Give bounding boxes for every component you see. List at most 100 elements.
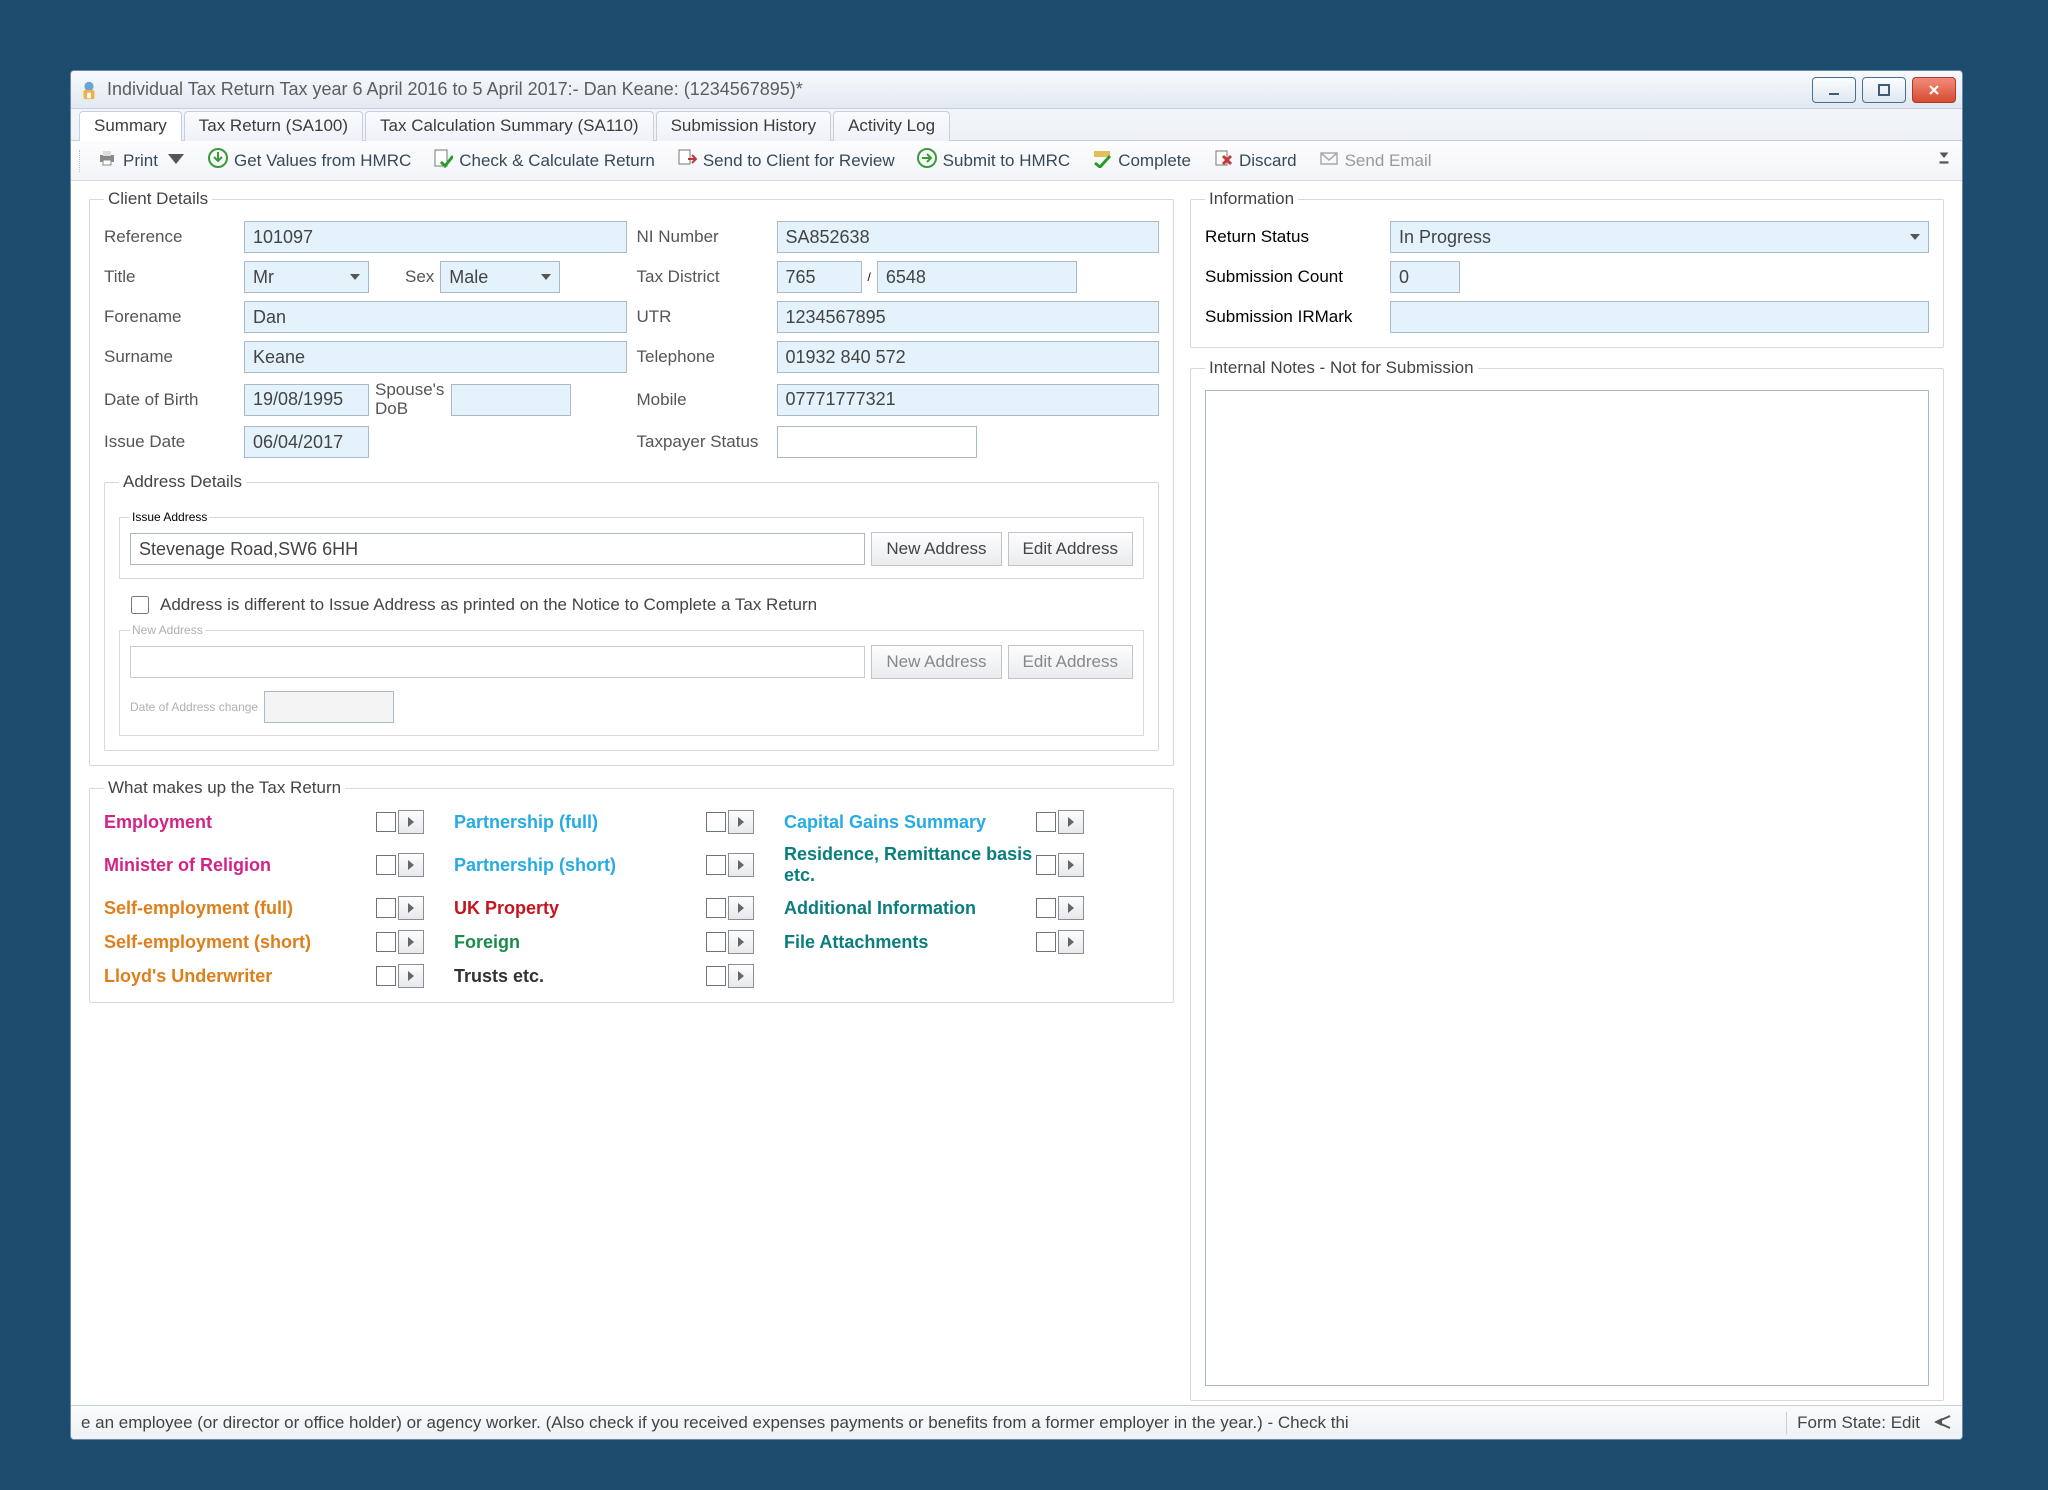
makeup-item: Foreign xyxy=(454,930,754,954)
send-email-button[interactable]: Send Email xyxy=(1315,144,1436,177)
makeup-item-go-button[interactable] xyxy=(728,810,754,834)
makeup-item-checkbox[interactable] xyxy=(706,812,726,832)
makeup-item-checkbox[interactable] xyxy=(1036,932,1056,952)
spouse-dob-input[interactable] xyxy=(451,384,571,416)
makeup-item-checkbox[interactable] xyxy=(1036,898,1056,918)
makeup-item-go-button[interactable] xyxy=(398,896,424,920)
toolbar: Print Get Values from HMRC Check & Calcu… xyxy=(71,141,1962,181)
submit-hmrc-button[interactable]: Submit to HMRC xyxy=(913,144,1075,177)
makeup-item-go-button[interactable] xyxy=(398,853,424,877)
send-review-button[interactable]: Send to Client for Review xyxy=(673,144,899,177)
discard-icon xyxy=(1213,148,1233,173)
makeup-item-checkbox[interactable] xyxy=(376,812,396,832)
information-group: Information Return Status In Progress Su… xyxy=(1190,189,1944,348)
makeup-item-go-button[interactable] xyxy=(1058,810,1084,834)
makeup-item-checkbox[interactable] xyxy=(376,898,396,918)
new-address-button[interactable]: New Address xyxy=(871,532,1001,566)
makeup-item-checkbox[interactable] xyxy=(706,855,726,875)
different-address-checkbox-row: Address is different to Issue Address as… xyxy=(127,593,1144,617)
client-details-group: Client Details Reference NI Number Title… xyxy=(89,189,1174,766)
makeup-item-checkbox[interactable] xyxy=(706,898,726,918)
maximize-button[interactable] xyxy=(1862,77,1906,103)
desktop: Individual Tax Return Tax year 6 April 2… xyxy=(0,0,2048,1490)
title-label: Title xyxy=(104,267,234,287)
minimize-button[interactable] xyxy=(1812,77,1856,103)
address-details-legend: Address Details xyxy=(119,472,246,492)
tab-summary[interactable]: Summary xyxy=(79,111,182,141)
submission-count-input[interactable] xyxy=(1390,261,1460,293)
utr-input[interactable] xyxy=(777,301,1160,333)
dob-input[interactable] xyxy=(244,384,369,416)
discard-button[interactable]: Discard xyxy=(1209,144,1301,177)
makeup-item-checkbox[interactable] xyxy=(376,966,396,986)
issuedate-input[interactable] xyxy=(244,426,369,458)
telephone-label: Telephone xyxy=(637,347,767,367)
issue-address-select[interactable]: Stevenage Road,SW6 6HH xyxy=(130,533,865,565)
issue-address-group: Issue Address Stevenage Road,SW6 6HH New… xyxy=(119,510,1144,579)
makeup-item-go-button[interactable] xyxy=(398,810,424,834)
submission-irmark-input[interactable] xyxy=(1390,301,1929,333)
titlebar[interactable]: Individual Tax Return Tax year 6 April 2… xyxy=(71,71,1962,109)
makeup-item-checkbox[interactable] xyxy=(706,966,726,986)
makeup-item-go-button[interactable] xyxy=(728,930,754,954)
makeup-item-label: Minister of Religion xyxy=(104,855,271,876)
toolbar-overflow-icon[interactable] xyxy=(1934,148,1954,173)
title-select[interactable]: Mr xyxy=(244,261,369,293)
return-status-select[interactable]: In Progress xyxy=(1390,221,1929,253)
sex-select[interactable]: Male xyxy=(440,261,560,293)
check-calculate-button[interactable]: Check & Calculate Return xyxy=(429,144,659,177)
reference-input[interactable] xyxy=(244,221,627,253)
makeup-group: What makes up the Tax Return EmploymentP… xyxy=(89,778,1174,1003)
makeup-item-go-button[interactable] xyxy=(1058,853,1084,877)
makeup-item-checkbox[interactable] xyxy=(376,932,396,952)
notes-textarea[interactable] xyxy=(1205,390,1929,1386)
different-address-label: Address is different to Issue Address as… xyxy=(160,595,817,615)
makeup-item-checkbox[interactable] xyxy=(1036,812,1056,832)
tab-submission-history[interactable]: Submission History xyxy=(656,111,832,141)
tab-sa110[interactable]: Tax Calculation Summary (SA110) xyxy=(365,111,654,141)
tab-sa100[interactable]: Tax Return (SA100) xyxy=(184,111,363,141)
forename-input[interactable] xyxy=(244,301,627,333)
makeup-item-go-button[interactable] xyxy=(728,964,754,988)
taxdistrict-a-input[interactable] xyxy=(777,261,862,293)
makeup-item-go-button[interactable] xyxy=(398,930,424,954)
reference-label: Reference xyxy=(104,227,234,247)
makeup-item-checkbox[interactable] xyxy=(376,855,396,875)
makeup-item-label: Self-employment (full) xyxy=(104,898,293,919)
notes-group: Internal Notes - Not for Submission xyxy=(1190,358,1944,1401)
mobile-input[interactable] xyxy=(777,384,1160,416)
makeup-item-go-button[interactable] xyxy=(1058,896,1084,920)
mobile-label: Mobile xyxy=(637,390,767,410)
get-values-button[interactable]: Get Values from HMRC xyxy=(204,144,415,177)
makeup-item: Lloyd's Underwriter xyxy=(104,964,424,988)
surname-input[interactable] xyxy=(244,341,627,373)
makeup-item-label: Partnership (full) xyxy=(454,812,598,833)
forename-label: Forename xyxy=(104,307,234,327)
utr-label: UTR xyxy=(637,307,767,327)
new-address-legend: New Address xyxy=(130,623,205,637)
makeup-item-go-button[interactable] xyxy=(398,964,424,988)
chevron-down-icon xyxy=(164,148,186,173)
makeup-item-go-button[interactable] xyxy=(728,853,754,877)
different-address-checkbox[interactable] xyxy=(131,596,149,614)
complete-button[interactable]: Complete xyxy=(1088,144,1195,177)
makeup-item-label: Residence, Remittance basis etc. xyxy=(784,844,1036,886)
makeup-item: UK Property xyxy=(454,896,754,920)
makeup-item-label: Self-employment (short) xyxy=(104,932,311,953)
makeup-item-go-button[interactable] xyxy=(1058,930,1084,954)
makeup-item-checkbox[interactable] xyxy=(706,932,726,952)
tab-activity-log[interactable]: Activity Log xyxy=(833,111,950,141)
ni-input[interactable] xyxy=(777,221,1160,253)
makeup-item: File Attachments xyxy=(784,930,1084,954)
issue-address-legend: Issue Address xyxy=(130,510,209,524)
makeup-item-label: Employment xyxy=(104,812,212,833)
taxdistrict-b-input[interactable] xyxy=(877,261,1077,293)
pin-icon[interactable] xyxy=(1930,1413,1952,1433)
taxpayer-status-select[interactable] xyxy=(777,426,977,458)
makeup-item-go-button[interactable] xyxy=(728,896,754,920)
edit-address-button[interactable]: Edit Address xyxy=(1008,532,1133,566)
telephone-input[interactable] xyxy=(777,341,1160,373)
close-button[interactable] xyxy=(1912,77,1956,103)
print-button[interactable]: Print xyxy=(93,144,190,177)
makeup-item-checkbox[interactable] xyxy=(1036,855,1056,875)
